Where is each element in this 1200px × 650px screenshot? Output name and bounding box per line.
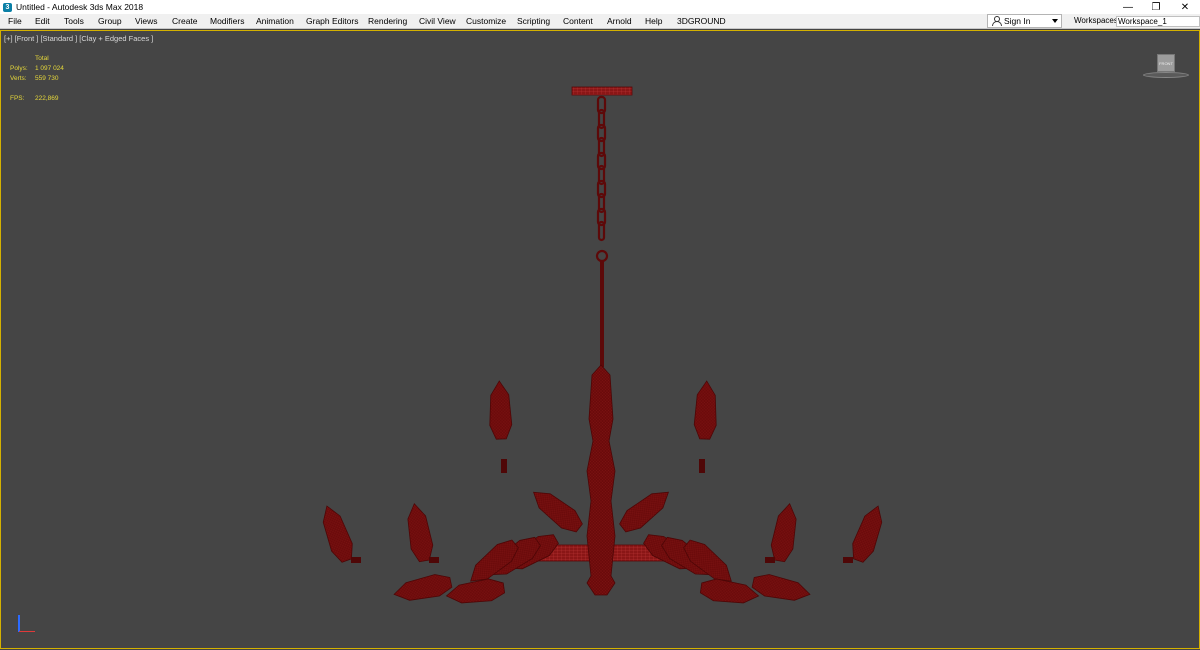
chandelier-leaf [750, 571, 813, 606]
menu-content[interactable]: Content [563, 14, 593, 28]
title-bar: 3 Untitled - Autodesk 3ds Max 2018 — ❐ ✕ [0, 0, 1200, 14]
chain [595, 95, 609, 263]
menu-animation[interactable]: Animation [256, 14, 294, 28]
menu-help[interactable]: Help [645, 14, 662, 28]
chandelier-leaf [768, 501, 801, 564]
verts-value: 559 730 [35, 75, 59, 82]
close-icon[interactable]: ✕ [1171, 0, 1199, 14]
menu-tools[interactable]: Tools [64, 14, 84, 28]
menu-create[interactable]: Create [172, 14, 198, 28]
viewport-label[interactable]: [+] [Front ] [Standard ] [Clay + Edged F… [4, 34, 153, 43]
connector [351, 557, 361, 563]
sign-in-dropdown[interactable]: Sign In [987, 14, 1062, 28]
central-column [586, 364, 616, 596]
menu-3dground[interactable]: 3DGROUND [677, 14, 726, 28]
restore-icon[interactable]: ❐ [1142, 0, 1170, 14]
center-rod [600, 261, 604, 367]
axis-tripod [12, 611, 42, 641]
chandelier-leaf [487, 380, 513, 440]
front-viewport[interactable]: [+] [Front ] [Standard ] [Clay + Edged F… [0, 30, 1200, 649]
menu-scripting[interactable]: Scripting [517, 14, 550, 28]
chandelier-leaf [615, 483, 676, 537]
workspace-select[interactable]: Workspace_1 [1116, 16, 1200, 27]
menu-file[interactable]: File [8, 14, 22, 28]
viewcube-front-face[interactable]: FRONT [1157, 54, 1175, 72]
connector [765, 557, 775, 563]
chevron-down-icon [1052, 19, 1058, 23]
axis-x-icon [19, 631, 35, 632]
menu-edit[interactable]: Edit [35, 14, 50, 28]
viewcube-compass-ring[interactable] [1143, 72, 1189, 78]
connector [429, 557, 439, 563]
polys-value: 1 097 024 [35, 65, 64, 72]
menu-graph-editors[interactable]: Graph Editors [306, 14, 358, 28]
chandelier-leaf [444, 576, 506, 608]
chandelier-leaf [391, 571, 454, 606]
window-title: Untitled - Autodesk 3ds Max 2018 [16, 2, 144, 12]
chandelier-leaf [403, 501, 436, 564]
statistics-overlay: Total Polys: 1 097 024 Verts: 559 730 FPS:… [10, 54, 90, 104]
fps-label: FPS: [10, 95, 25, 102]
3dsmax-app-icon[interactable]: 3 [3, 2, 12, 12]
chandelier-leaf [526, 483, 587, 537]
sign-in-label: Sign In [1004, 16, 1031, 26]
chandelier-leaf [316, 501, 358, 565]
menu-civil-view[interactable]: Civil View [419, 14, 456, 28]
minimize-icon[interactable]: — [1114, 0, 1142, 14]
menu-customize[interactable]: Customize [466, 14, 506, 28]
fps-value: 222,869 [35, 95, 59, 102]
viewcube[interactable]: FRONT [1142, 51, 1190, 81]
polys-label: Polys: [10, 65, 28, 72]
verts-label: Verts: [10, 75, 27, 82]
menu-modifiers[interactable]: Modifiers [210, 14, 244, 28]
menu-group[interactable]: Group [98, 14, 122, 28]
stats-header: Total [35, 55, 49, 62]
user-icon [991, 16, 1002, 26]
chandelier-leaf [847, 501, 889, 565]
workspaces-label: Workspaces: [1074, 16, 1121, 25]
menu-views[interactable]: Views [135, 14, 158, 28]
connector [501, 459, 507, 473]
chandelier-model [316, 86, 889, 608]
menu-rendering[interactable]: Rendering [368, 14, 407, 28]
chandelier-leaf [699, 576, 761, 608]
chandelier-leaf [693, 380, 719, 440]
axis-z-icon [18, 615, 20, 632]
ceiling-canopy [571, 86, 633, 96]
connector [699, 459, 705, 473]
menu-arnold[interactable]: Arnold [607, 14, 632, 28]
connector [843, 557, 853, 563]
